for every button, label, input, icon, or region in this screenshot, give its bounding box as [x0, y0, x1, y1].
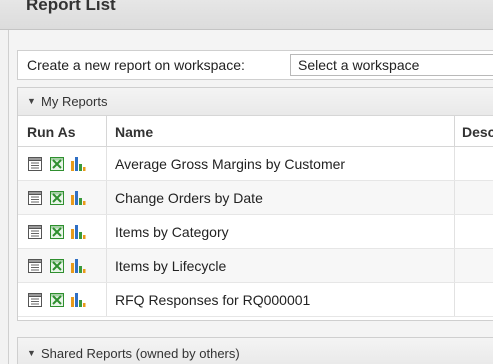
report-name[interactable]: RFQ Responses for RQ000001 [115, 292, 310, 308]
caret-down-icon[interactable]: ▼ [27, 96, 36, 106]
column-header-run-as: Run As [27, 124, 76, 140]
my-reports-title: My Reports [41, 94, 108, 109]
table-report-icon[interactable] [27, 258, 43, 274]
create-report-label: Create a new report on workspace: [27, 57, 245, 73]
table-report-icon[interactable] [27, 292, 43, 308]
table-row[interactable]: Change Orders by Date [18, 181, 493, 215]
table-report-icon[interactable] [27, 156, 43, 172]
column-divider [454, 116, 455, 146]
bar-chart-icon[interactable] [70, 258, 86, 274]
excel-export-icon[interactable] [49, 224, 65, 240]
bar-chart-icon[interactable] [70, 156, 86, 172]
run-as-icons [27, 258, 107, 274]
table-row[interactable]: Items by Lifecycle [18, 249, 493, 283]
excel-export-icon[interactable] [49, 258, 65, 274]
run-as-icons [27, 292, 107, 308]
excel-export-icon[interactable] [49, 292, 65, 308]
run-as-icons [27, 156, 107, 172]
shared-reports-section[interactable]: ▼ Shared Reports (owned by others) [17, 337, 493, 364]
excel-export-icon[interactable] [49, 156, 65, 172]
page-title: Report List [26, 0, 116, 14]
report-name[interactable]: Change Orders by Date [115, 190, 263, 206]
column-header-row: Run As Name Descr [18, 116, 493, 147]
report-name[interactable]: Items by Category [115, 224, 229, 240]
table-row[interactable]: RFQ Responses for RQ000001 [18, 283, 493, 317]
report-list-panel: Create a new report on workspace: Select… [8, 30, 493, 364]
run-as-icons [27, 190, 107, 206]
column-header-description[interactable]: Descr [462, 124, 493, 140]
excel-export-icon[interactable] [49, 190, 65, 206]
table-row[interactable]: Average Gross Margins by Customer [18, 147, 493, 181]
shared-reports-title: Shared Reports (owned by others) [41, 346, 240, 361]
bar-chart-icon[interactable] [70, 190, 86, 206]
table-report-icon[interactable] [27, 224, 43, 240]
column-header-name[interactable]: Name [115, 124, 153, 140]
table-report-icon[interactable] [27, 190, 43, 206]
cell-divider [106, 147, 107, 180]
bar-chart-icon[interactable] [70, 224, 86, 240]
table-row[interactable]: Items by Category [18, 215, 493, 249]
cell-divider [454, 249, 455, 282]
workspace-select[interactable]: Select a workspace [290, 54, 493, 76]
create-report-row: Create a new report on workspace: Select… [17, 50, 493, 80]
bar-chart-icon[interactable] [70, 292, 86, 308]
cell-divider [454, 283, 455, 316]
cell-divider [454, 215, 455, 248]
my-reports-section: ▼ My Reports Run As Name Descr [17, 87, 493, 321]
run-as-icons [27, 224, 107, 240]
report-name[interactable]: Items by Lifecycle [115, 258, 226, 274]
cell-divider [106, 283, 107, 316]
caret-down-icon[interactable]: ▼ [27, 348, 36, 358]
report-name[interactable]: Average Gross Margins by Customer [115, 156, 345, 172]
column-divider [106, 116, 107, 146]
cell-divider [106, 249, 107, 282]
cell-divider [106, 181, 107, 214]
cell-divider [106, 215, 107, 248]
cell-divider [454, 181, 455, 214]
my-reports-header[interactable]: ▼ My Reports [18, 88, 493, 116]
title-bar: Report List [0, 0, 493, 30]
cell-divider [454, 147, 455, 180]
